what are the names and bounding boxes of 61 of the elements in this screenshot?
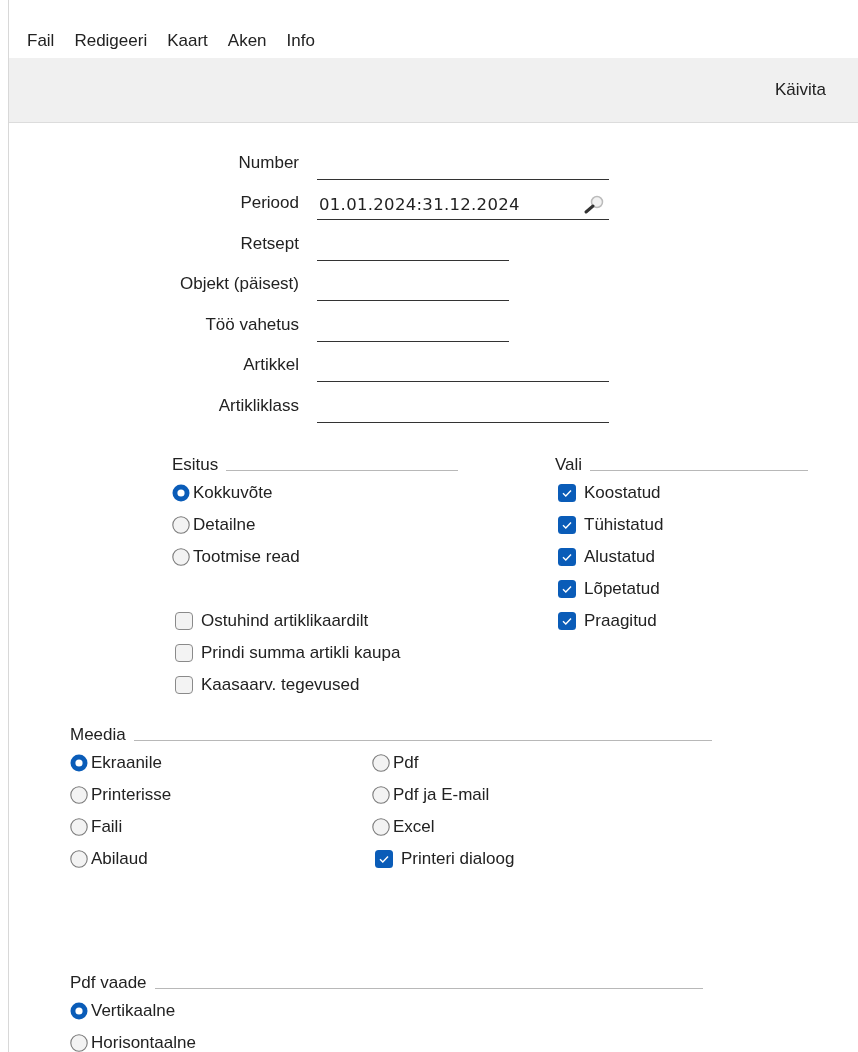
checkbox-option[interactable]: Ostuhind artiklikaardilt (172, 604, 369, 637)
radio-indicator[interactable] (372, 753, 390, 772)
radio-indicator[interactable] (172, 515, 190, 534)
radio-indicator[interactable] (172, 547, 190, 566)
radio-option[interactable]: Kokkuvõte (172, 476, 273, 509)
checkbox[interactable] (558, 515, 576, 534)
radio-option[interactable]: Abilaud (70, 842, 148, 875)
field-label: Objekt (päisest) (178, 274, 299, 295)
radio-indicator[interactable] (70, 849, 88, 868)
field-label: Periood (239, 193, 299, 214)
group-title: Pdf vaade (70, 972, 147, 993)
input-field[interactable]: 01.01.2024:31.12.2024 (317, 190, 609, 220)
radio-option[interactable]: Printerisse (70, 778, 172, 811)
checkbox[interactable] (558, 579, 576, 598)
radio-option[interactable]: Vertikaalne (70, 994, 176, 1027)
checkbox[interactable] (175, 611, 193, 630)
checkbox-option[interactable]: Printeri dialoog (372, 842, 515, 875)
field-label: Töö vahetus (204, 314, 299, 336)
checkbox[interactable] (175, 643, 193, 662)
checkbox-option[interactable]: Tühistatud (555, 508, 664, 541)
radio-option[interactable]: Detailne (172, 508, 256, 541)
field-label: Artikkel (242, 355, 299, 376)
radio-option[interactable]: Tootmise read (172, 540, 300, 573)
radio-indicator[interactable] (372, 817, 390, 836)
radio-indicator[interactable] (172, 483, 190, 502)
checkbox[interactable] (375, 849, 393, 868)
search-icon[interactable] (583, 194, 605, 215)
checkbox-option[interactable]: Praagitud (555, 604, 657, 637)
checkbox[interactable] (558, 483, 576, 502)
radio-option[interactable]: Ekraanile (70, 746, 162, 779)
radio-indicator[interactable] (70, 785, 88, 804)
menu-item[interactable]: Fail (19, 31, 67, 51)
checkbox-option[interactable]: Lõpetatud (555, 572, 660, 605)
radio-indicator[interactable] (70, 1001, 88, 1020)
radio-option[interactable]: Excel (372, 810, 435, 843)
menu-item[interactable]: Redigeeri (66, 31, 160, 51)
checkbox-option[interactable]: Prindi summa artikli kaupa (172, 636, 401, 669)
menu-item[interactable]: Aken (219, 31, 279, 51)
checkbox[interactable] (558, 547, 576, 566)
radio-indicator[interactable] (70, 753, 88, 772)
group-title: Meedia (70, 724, 126, 745)
field-label: Artikliklass (217, 395, 299, 417)
radio-option[interactable]: Faili (70, 810, 123, 843)
run-button[interactable]: Käivita (772, 76, 828, 104)
menu-item[interactable]: Info (278, 31, 327, 51)
field-label: Retsept (239, 233, 299, 255)
radio-option[interactable]: Pdf (372, 746, 419, 779)
radio-indicator[interactable] (372, 785, 390, 804)
radio-indicator[interactable] (70, 817, 88, 836)
checkbox-option[interactable]: Koostatud (555, 476, 661, 509)
checkbox[interactable] (558, 611, 576, 630)
radio-indicator[interactable] (70, 1033, 88, 1052)
menu-item[interactable]: Kaart (159, 31, 220, 51)
checkbox[interactable] (175, 675, 193, 694)
radio-option[interactable]: Pdf ja E-mail (372, 778, 490, 811)
checkbox-option[interactable]: Alustatud (555, 540, 655, 573)
group-title: Vali (555, 454, 583, 475)
field-label: Number (237, 152, 299, 174)
checkbox-option[interactable]: Kaasaarv. tegevused (172, 668, 360, 701)
radio-option[interactable]: Horisontaalne (70, 1026, 196, 1052)
group-title: Esitus (172, 454, 219, 475)
